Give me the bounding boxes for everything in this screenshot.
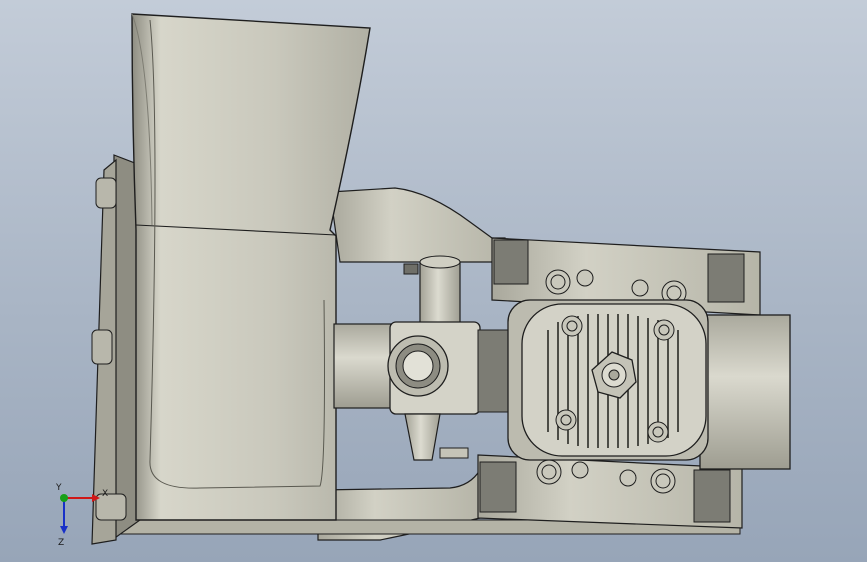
engine-block[interactable]: [507, 299, 791, 470]
drive-shaft[interactable]: [333, 323, 395, 409]
z-axis-label: Z: [58, 538, 64, 548]
cad-3d-viewport[interactable]: X Y Z: [0, 0, 867, 562]
left-flange[interactable]: [91, 154, 141, 545]
model-canvas[interactable]: X Y Z: [0, 0, 867, 562]
z-arrow-icon: [60, 526, 68, 534]
x-axis-label: X: [102, 489, 108, 499]
hopper-shroud[interactable]: [131, 13, 371, 521]
y-axis-icon: [60, 494, 68, 502]
y-axis-label: Y: [55, 483, 62, 493]
